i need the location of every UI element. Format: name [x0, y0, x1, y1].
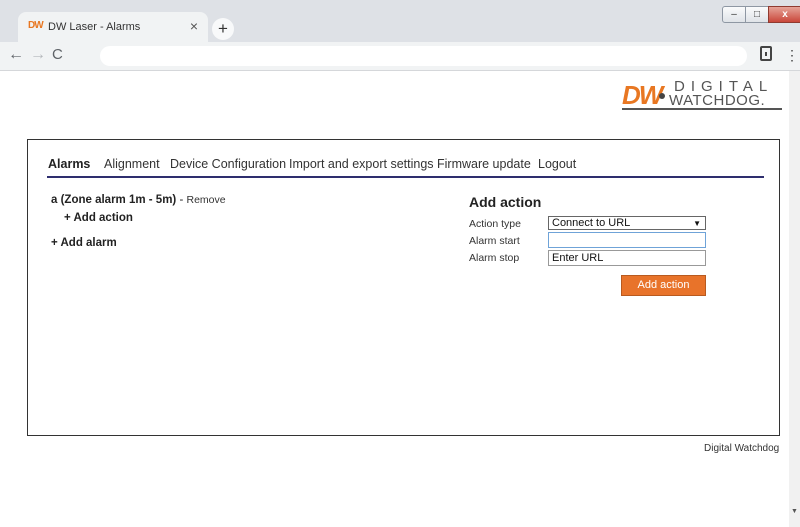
nav-underline — [47, 176, 764, 178]
remove-alarm-link[interactable]: Remove — [187, 194, 226, 206]
maximize-window-button[interactable]: □ — [745, 6, 769, 23]
logo-mark: DW — [622, 80, 663, 110]
action-type-label: Action type — [469, 218, 521, 230]
add-action-button[interactable]: Add action — [621, 275, 706, 296]
add-action-link[interactable]: + Add action — [64, 212, 133, 224]
nav-firmware-update[interactable]: Firmware update — [437, 157, 531, 171]
minimize-window-button[interactable]: ‒ — [722, 6, 746, 23]
tab-close-icon[interactable]: × — [190, 18, 198, 34]
nav-device-configuration[interactable]: Device Configuration — [170, 157, 286, 171]
alarm-list-item: a (Zone alarm 1m - 5m) - Remove — [51, 194, 226, 206]
footer-brand: Digital Watchdog — [704, 443, 780, 454]
content-panel: Alarms Alignment Device Configuration Im… — [27, 139, 780, 436]
address-bar[interactable] — [100, 46, 747, 66]
action-type-value: Connect to URL — [552, 217, 631, 229]
tab-title: DW Laser - Alarms — [48, 21, 141, 33]
browser-tab[interactable]: DW DW Laser - Alarms × — [18, 12, 208, 42]
alarm-name[interactable]: a (Zone alarm 1m - 5m) — [51, 194, 176, 206]
digital-watchdog-logo: DW DIGITAL WATCHDOG. — [622, 78, 782, 110]
nav-logout[interactable]: Logout — [538, 157, 576, 171]
add-action-heading: Add action — [469, 194, 542, 210]
nav-import-export-settings[interactable]: Import and export settings — [289, 157, 434, 171]
alarm-start-input[interactable] — [548, 232, 706, 248]
logo-dot-icon — [659, 93, 665, 99]
new-tab-button[interactable]: + — [212, 18, 234, 40]
scroll-down-arrow-icon[interactable]: ▼ — [791, 508, 798, 515]
forward-arrow-icon[interactable]: → — [30, 46, 46, 64]
browser-titlebar: DW DW Laser - Alarms × + ‒ □ x — [0, 0, 800, 42]
logo-underline — [622, 108, 782, 110]
dw-favicon-icon: DW — [28, 20, 44, 31]
nav-alignment[interactable]: Alignment — [104, 157, 160, 171]
page-scrollbar[interactable] — [789, 71, 800, 527]
browser-menu-icon[interactable]: ⋮ — [785, 47, 799, 64]
clipboard-extension-icon[interactable] — [760, 46, 772, 61]
alarm-stop-label: Alarm stop — [469, 252, 520, 264]
dropdown-arrow-icon: ▼ — [693, 219, 701, 228]
back-arrow-icon[interactable]: ← — [8, 46, 24, 64]
action-type-select[interactable]: Connect to URL ▼ — [548, 216, 706, 230]
alarm-stop-input[interactable] — [548, 250, 706, 266]
nav-alarms[interactable]: Alarms — [48, 157, 90, 171]
close-window-button[interactable]: x — [768, 6, 800, 23]
alarm-separator: - — [176, 194, 187, 206]
browser-toolbar: ← → C ⋮ — [0, 42, 800, 71]
reload-icon[interactable]: C — [52, 46, 63, 63]
add-alarm-link[interactable]: + Add alarm — [51, 237, 117, 249]
logo-line2: WATCHDOG. — [669, 92, 766, 109]
alarm-start-label: Alarm start — [469, 235, 520, 247]
